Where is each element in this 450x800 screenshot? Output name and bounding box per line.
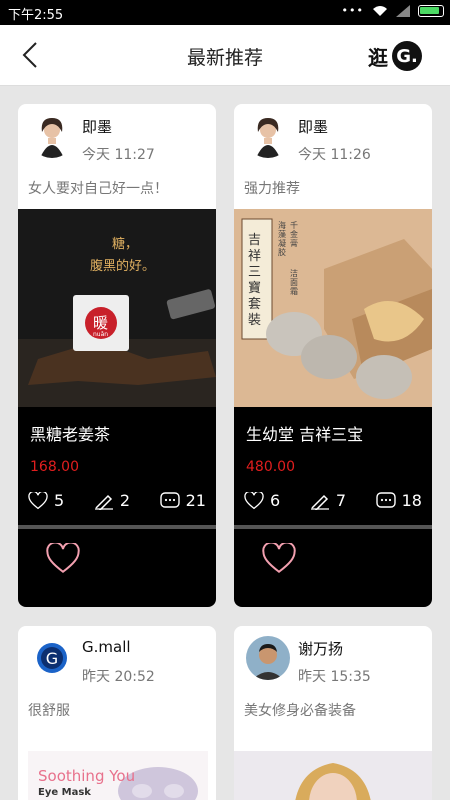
image-vertical-title: 吉祥三寶套裝 xyxy=(248,233,262,328)
stamp-text: 暖 xyxy=(93,314,109,332)
wifi-icon xyxy=(373,5,387,16)
top-bar: 最新推荐 逛 G. xyxy=(0,25,450,86)
image-caption-line-2: 腹黑的好。 xyxy=(90,259,156,274)
product-name[interactable]: 生幼堂 吉祥三宝 xyxy=(246,421,363,445)
image-side-label-1: 千金膏 xyxy=(290,221,298,248)
avatar[interactable] xyxy=(30,114,74,158)
stamp-subtext: nuǎn xyxy=(93,331,109,338)
like-count: 6 xyxy=(270,491,281,510)
edit-stat[interactable]: 7 xyxy=(310,491,346,510)
post-time: 今天 11:26 xyxy=(298,147,371,163)
pencil-icon xyxy=(310,494,329,510)
battery-icon xyxy=(418,4,444,17)
product-info-panel: 黑糖老姜茶 168.00 5 2 21 xyxy=(18,407,216,607)
stats-row: 6 7 18 xyxy=(244,491,422,510)
product-price: 168.00 xyxy=(30,459,79,475)
like-stat[interactable]: 6 xyxy=(244,491,280,510)
heart-outline-icon xyxy=(28,491,48,509)
post-description: 强力推荐 xyxy=(244,181,300,197)
shop-button[interactable]: 逛 G. xyxy=(368,41,422,71)
product-image[interactable] xyxy=(234,751,432,800)
product-image[interactable]: 糖， 腹黑的好。 暖 nuǎn xyxy=(18,209,216,407)
feed-card[interactable]: G G.mall 昨天 20:52 很舒服 Soothing You Eye M… xyxy=(18,626,216,800)
gmall-logo-icon: G. xyxy=(392,41,422,71)
post-description: 美女修身必备装备 xyxy=(244,703,356,719)
comment-icon xyxy=(159,491,180,508)
post-time: 今天 11:27 xyxy=(82,147,155,163)
feed-card[interactable]: 谢万扬 昨天 15:35 美女修身必备装备 xyxy=(234,626,432,800)
image-subtitle: Eye Mask xyxy=(38,787,91,798)
edit-count: 7 xyxy=(335,491,346,510)
stats-row: 5 2 21 xyxy=(28,491,206,510)
status-time: 下午2:55 xyxy=(8,8,64,23)
comment-count: 18 xyxy=(401,491,422,510)
comment-icon xyxy=(375,491,396,508)
post-time: 昨天 20:52 xyxy=(82,669,155,685)
pencil-icon xyxy=(94,494,113,510)
author-name[interactable]: 即墨 xyxy=(82,116,112,137)
feed-card[interactable]: 即墨 今天 11:26 强力推荐 吉祥三寶套裝 千金膏 海藻凝胶 洁面霜 生幼堂… xyxy=(234,104,432,607)
avatar[interactable] xyxy=(246,114,290,158)
divider xyxy=(18,525,216,529)
status-icons: ••• xyxy=(342,4,444,17)
comment-stat[interactable]: 18 xyxy=(375,491,422,510)
feed-card[interactable]: 即墨 今天 11:27 女人要对自己好一点！ 糖， 腹黑的好。 暖 nuǎn 黑… xyxy=(18,104,216,607)
shop-label: 逛 xyxy=(368,45,388,70)
post-time: 昨天 15:35 xyxy=(298,669,371,685)
author-name[interactable]: G.mall xyxy=(82,638,131,656)
heart-outline-icon xyxy=(244,491,264,509)
product-name[interactable]: 黑糖老姜茶 xyxy=(30,421,110,445)
edit-count: 2 xyxy=(119,491,130,510)
image-title: Soothing You xyxy=(38,767,136,785)
post-description: 女人要对自己好一点！ xyxy=(28,181,168,197)
image-caption-line-1: 糖， xyxy=(112,237,139,252)
avatar[interactable]: G xyxy=(30,636,74,680)
cell-signal-icon xyxy=(396,4,410,17)
image-side-label-3: 洁面霜 xyxy=(290,269,298,296)
image-side-label-2: 海藻凝胶 xyxy=(278,221,286,257)
comment-stat[interactable]: 21 xyxy=(159,491,206,510)
divider xyxy=(234,525,432,529)
signal-dots-icon: ••• xyxy=(341,4,364,17)
product-image[interactable]: Soothing You Eye Mask xyxy=(18,751,216,800)
author-name[interactable]: 谢万扬 xyxy=(298,638,343,659)
favorite-heart-icon[interactable] xyxy=(46,543,80,575)
like-count: 5 xyxy=(54,491,65,510)
avatar[interactable] xyxy=(246,636,290,680)
comment-count: 21 xyxy=(185,491,206,510)
svg-text:G: G xyxy=(46,649,58,668)
product-info-panel: 生幼堂 吉祥三宝 480.00 6 7 18 xyxy=(234,407,432,607)
author-name[interactable]: 即墨 xyxy=(298,116,328,137)
product-price: 480.00 xyxy=(246,459,295,475)
product-image[interactable]: 吉祥三寶套裝 千金膏 海藻凝胶 洁面霜 xyxy=(234,209,432,407)
edit-stat[interactable]: 2 xyxy=(94,491,130,510)
post-description: 很舒服 xyxy=(28,703,70,719)
favorite-heart-icon[interactable] xyxy=(262,543,296,575)
like-stat[interactable]: 5 xyxy=(28,491,64,510)
status-bar: 下午2:55 ••• xyxy=(0,0,450,25)
